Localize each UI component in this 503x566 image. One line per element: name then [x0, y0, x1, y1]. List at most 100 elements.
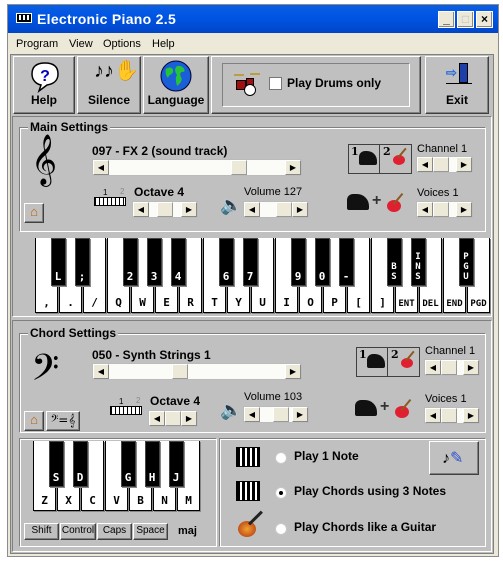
- space-button[interactable]: Space: [133, 523, 168, 540]
- black-key[interactable]: D: [72, 441, 88, 487]
- channel-tab-2[interactable]: 2: [389, 348, 420, 376]
- scroll-right-arrow[interactable]: ▶: [285, 364, 301, 379]
- slider-thumb[interactable]: [441, 360, 457, 375]
- chord-octave-slider[interactable]: ◀ ▶: [148, 410, 198, 427]
- channel-tab-1[interactable]: 1: [349, 145, 380, 173]
- slider-thumb[interactable]: [441, 408, 457, 423]
- client-area: ? Help ♪♪✋ Silence Language Play Drums o…: [10, 54, 494, 554]
- chord-channel-slider[interactable]: ◀ ▶: [424, 359, 480, 376]
- scroll-left-arrow[interactable]: ◀: [417, 202, 433, 217]
- scroll-right-arrow[interactable]: ▶: [181, 202, 197, 217]
- main-instrument-slider[interactable]: ◀ ▶: [92, 159, 302, 176]
- silence-button[interactable]: ♪♪✋ Silence: [77, 56, 141, 114]
- black-key[interactable]: I N S: [410, 238, 426, 286]
- play-1-note-radio[interactable]: [275, 452, 287, 464]
- play-drums-checkbox[interactable]: [269, 77, 282, 90]
- play-chords-3-notes-radio[interactable]: [275, 487, 287, 499]
- exit-button[interactable]: ⇨ Exit: [425, 56, 489, 114]
- main-volume-slider[interactable]: ◀ ▶: [243, 201, 309, 218]
- black-key[interactable]: 2: [122, 238, 138, 286]
- scroll-left-arrow[interactable]: ◀: [425, 408, 441, 423]
- home-icon: ⌂: [30, 412, 38, 427]
- minimize-button[interactable]: _: [438, 11, 455, 28]
- slider-thumb[interactable]: [157, 202, 173, 217]
- scroll-right-arrow[interactable]: ▶: [292, 407, 308, 422]
- maximize-button[interactable]: □: [457, 11, 474, 28]
- chord-instrument-slider[interactable]: ◀ ▶: [92, 363, 302, 380]
- caps-button[interactable]: Caps: [97, 523, 132, 540]
- scroll-left-arrow[interactable]: ◀: [244, 202, 260, 217]
- slider-thumb[interactable]: [433, 157, 449, 172]
- scroll-left-arrow[interactable]: ◀: [93, 160, 109, 175]
- key-label: ;: [78, 270, 86, 283]
- scroll-right-arrow[interactable]: ▶: [292, 202, 308, 217]
- chord-volume-slider[interactable]: ◀ ▶: [243, 406, 309, 423]
- menu-program[interactable]: Program: [16, 38, 58, 50]
- black-key[interactable]: S: [48, 441, 64, 487]
- black-key[interactable]: -: [338, 238, 354, 286]
- scroll-right-arrow[interactable]: ▶: [285, 160, 301, 175]
- scroll-left-arrow[interactable]: ◀: [417, 157, 433, 172]
- black-key[interactable]: 3: [146, 238, 162, 286]
- scroll-left-arrow[interactable]: ◀: [244, 407, 260, 422]
- black-key[interactable]: B S: [386, 238, 402, 286]
- key-label: R: [187, 296, 194, 309]
- black-key[interactable]: 0: [314, 238, 330, 286]
- key-label: ENT: [398, 299, 415, 309]
- chord-home-button[interactable]: ⌂: [24, 411, 44, 431]
- slider-thumb[interactable]: [165, 411, 181, 426]
- black-key[interactable]: 9: [290, 238, 306, 286]
- key-label: .: [67, 296, 74, 309]
- home-button[interactable]: ⌂: [24, 203, 44, 223]
- black-key[interactable]: H: [144, 441, 160, 487]
- menu-help[interactable]: Help: [152, 38, 175, 50]
- main-voices-slider[interactable]: ◀ ▶: [416, 201, 473, 218]
- black-key[interactable]: L: [50, 238, 66, 286]
- main-octave-slider[interactable]: ◀ ▶: [132, 201, 198, 218]
- slider-thumb[interactable]: [172, 364, 188, 379]
- scroll-right-arrow[interactable]: ▶: [463, 360, 479, 375]
- channel-tab-2[interactable]: 2: [381, 145, 412, 173]
- key-label: 4: [174, 270, 182, 283]
- app-window: Electronic Piano 2.5 _ □ × Program View …: [7, 4, 499, 557]
- black-key[interactable]: P G U: [458, 238, 474, 286]
- slider-thumb[interactable]: [433, 202, 449, 217]
- menu-view[interactable]: View: [69, 38, 93, 50]
- key-label: V: [113, 494, 120, 507]
- main-channel-slider[interactable]: ◀ ▶: [416, 156, 473, 173]
- scroll-right-arrow[interactable]: ▶: [456, 157, 472, 172]
- clef-swap-button[interactable]: 𝄢=𝄞: [46, 411, 80, 431]
- play-drums-label[interactable]: Play Drums only: [287, 76, 381, 90]
- chord-voices-slider[interactable]: ◀ ▶: [424, 407, 480, 424]
- control-button[interactable]: Control: [60, 523, 96, 540]
- language-label: Language: [147, 93, 205, 107]
- play-chords-guitar-radio[interactable]: [275, 523, 287, 535]
- scroll-left-arrow[interactable]: ◀: [93, 364, 109, 379]
- menu-options[interactable]: Options: [103, 38, 141, 50]
- slider-thumb[interactable]: [231, 160, 247, 175]
- scroll-left-arrow[interactable]: ◀: [133, 202, 149, 217]
- scroll-left-arrow[interactable]: ◀: [425, 360, 441, 375]
- language-button[interactable]: Language: [143, 56, 209, 114]
- play-chords-guitar-label[interactable]: Play Chords like a Guitar: [294, 520, 436, 534]
- channel-tab-1[interactable]: 1: [357, 348, 388, 376]
- scroll-right-arrow[interactable]: ▶: [181, 411, 197, 426]
- slider-thumb[interactable]: [273, 407, 289, 422]
- chord-editor-button[interactable]: ♪✎: [429, 441, 479, 475]
- play-1-note-label[interactable]: Play 1 Note: [294, 449, 359, 463]
- black-key[interactable]: ;: [74, 238, 90, 286]
- black-key[interactable]: G: [120, 441, 136, 487]
- black-key[interactable]: 6: [218, 238, 234, 286]
- key-label: /: [91, 296, 98, 309]
- play-chords-3-notes-label[interactable]: Play Chords using 3 Notes: [294, 484, 446, 498]
- black-key[interactable]: J: [168, 441, 184, 487]
- black-key[interactable]: 4: [170, 238, 186, 286]
- scroll-right-arrow[interactable]: ▶: [456, 202, 472, 217]
- scroll-right-arrow[interactable]: ▶: [463, 408, 479, 423]
- scroll-left-arrow[interactable]: ◀: [149, 411, 165, 426]
- black-key[interactable]: 7: [242, 238, 258, 286]
- help-button[interactable]: ? Help: [13, 56, 75, 114]
- close-button[interactable]: ×: [476, 11, 493, 28]
- slider-thumb[interactable]: [276, 202, 292, 217]
- shift-button[interactable]: Shift: [24, 523, 59, 540]
